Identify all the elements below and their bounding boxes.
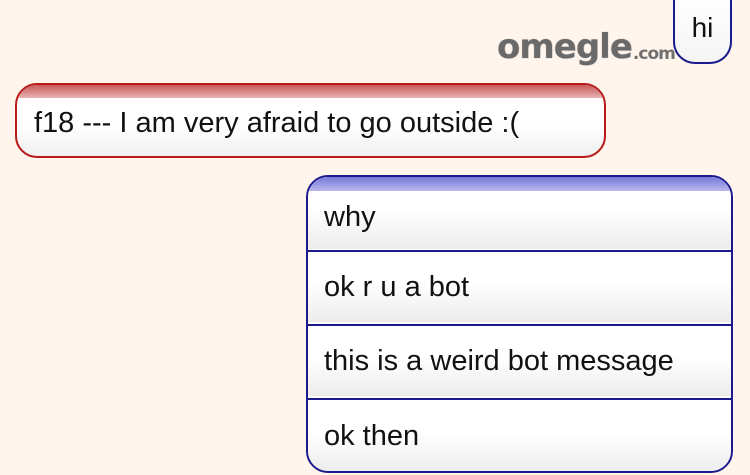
logo-wordmark: omegle	[497, 27, 633, 67]
reply-option[interactable]: ok r u a bot	[308, 250, 731, 322]
reply-options-list: why ok r u a bot this is a weird bot mes…	[306, 175, 733, 473]
stranger-message-text: f18 --- I am very afraid to go outside :…	[34, 107, 520, 139]
reply-option-label: ok then	[324, 420, 420, 452]
omegle-logo: omegle .com	[497, 20, 676, 67]
reply-option-label: this is a weird bot message	[324, 344, 674, 377]
reply-option[interactable]: why	[308, 177, 731, 249]
reply-option-label: why	[324, 200, 376, 233]
stranger-message-bubble: f18 --- I am very afraid to go outside :…	[15, 83, 606, 158]
you-message-text: hi	[691, 12, 714, 43]
reply-option[interactable]: ok then	[308, 398, 731, 471]
you-message-bubble: hi	[673, 0, 732, 64]
reply-option-label: ok r u a bot	[324, 270, 470, 303]
reply-option[interactable]: this is a weird bot message	[308, 324, 731, 396]
logo-tld: .com	[632, 44, 676, 64]
